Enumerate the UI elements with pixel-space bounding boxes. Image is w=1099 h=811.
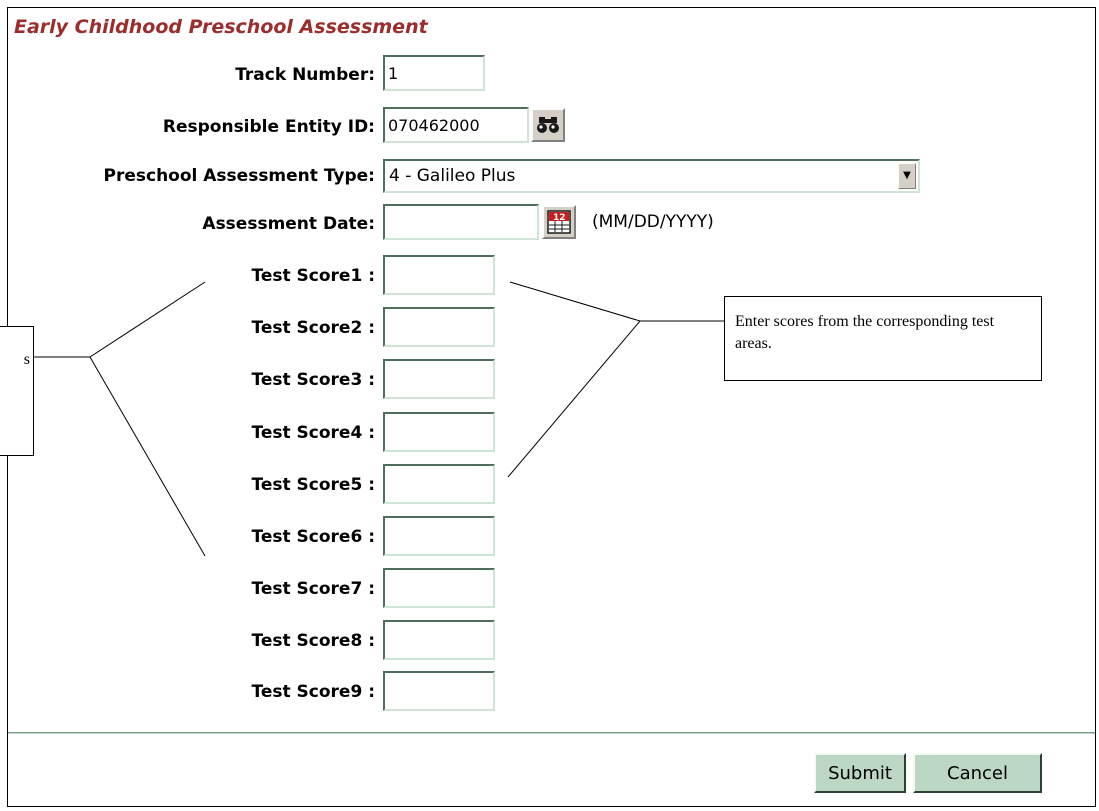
right-leader-upper	[509, 281, 641, 322]
left-leader-lower	[89, 356, 206, 557]
callout-leader-lines	[34, 281, 724, 557]
left-leader-upper	[89, 281, 206, 358]
right-leader-lower	[507, 320, 641, 478]
